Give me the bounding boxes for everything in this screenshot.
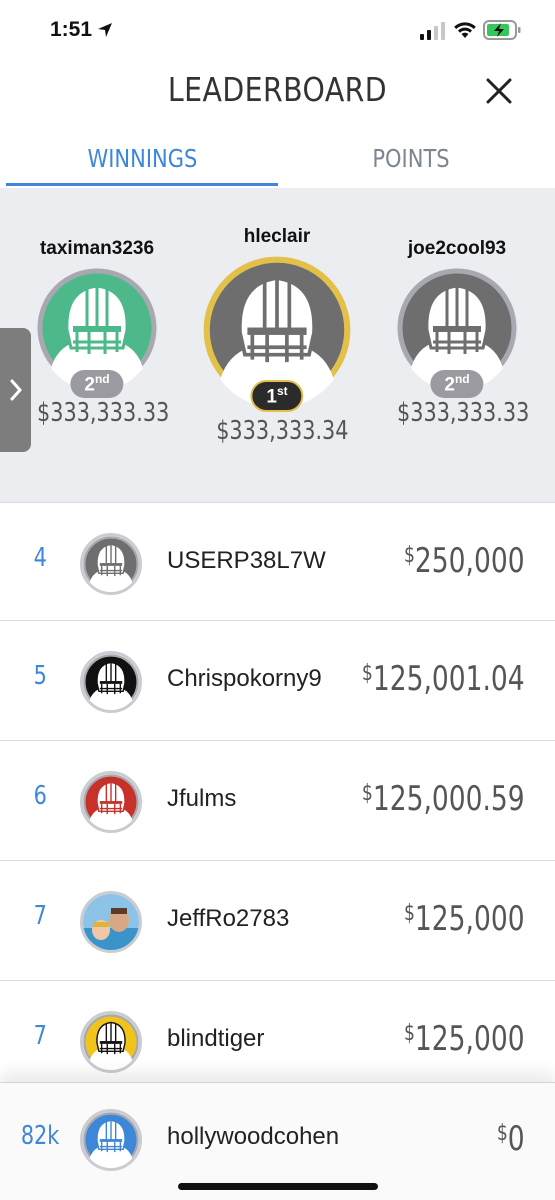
row-username: USERP38L7W [167, 547, 326, 574]
podium-amount: $333,333.34 [216, 416, 349, 446]
row-amount: $250,000 [404, 541, 525, 581]
home-indicator [178, 1183, 378, 1190]
status-bar: 1:51 [0, 0, 555, 62]
location-arrow-icon [98, 23, 112, 37]
row-rank: 4 [33, 543, 47, 573]
podium-name: joe2cool93 [407, 238, 507, 259]
football-helmet-icon [83, 1014, 139, 1070]
football-helmet-icon [83, 1112, 139, 1168]
football-helmet-icon [83, 536, 139, 592]
podium-name: taximan3236 [39, 238, 155, 259]
podium-first[interactable]: hleclair 1st $333,333.34 [201, 226, 353, 446]
rank-badge: 1st [250, 379, 304, 412]
podium-second-right[interactable]: joe2cool93 2nd $333,333.33 [382, 238, 532, 428]
row-username: blindtiger [167, 1025, 265, 1052]
row-rank: 82k [20, 1121, 60, 1151]
podium-second-left[interactable]: taximan3236 2nd $333,333.33 [22, 238, 172, 428]
row-amount: $125,000 [404, 899, 525, 939]
podium-amount: $333,333.33 [37, 398, 170, 428]
status-time: 1:51 [50, 18, 93, 41]
wifi-icon [454, 22, 476, 38]
leaderboard-row[interactable]: 7 JeffRo2783 $125,000 [0, 860, 555, 980]
tab-points[interactable]: POINTS [278, 136, 543, 186]
battery-charging-icon [483, 20, 521, 40]
rank-badge: 2nd [430, 369, 484, 398]
podium-amount: $333,333.33 [397, 398, 530, 428]
football-helmet-icon [83, 654, 139, 710]
row-amount: $125,000.59 [362, 779, 525, 819]
row-amount: $125,000 [404, 1019, 525, 1059]
leaderboard-row[interactable]: 6 Jfulms $125,000.59 [0, 740, 555, 860]
avatar [80, 533, 142, 595]
rank-badge: 2nd [70, 369, 124, 398]
avatar [80, 651, 142, 713]
avatar: 2nd [37, 268, 157, 398]
user-photo [83, 894, 139, 950]
chevron-right-icon [10, 379, 23, 401]
row-rank: 6 [33, 781, 47, 811]
avatar [80, 1109, 142, 1171]
avatar: 2nd [397, 268, 517, 398]
football-helmet-icon [83, 774, 139, 830]
row-amount: $125,001.04 [362, 659, 525, 699]
row-rank: 7 [33, 1021, 47, 1051]
avatar [80, 771, 142, 833]
user-photo-avatar [80, 891, 142, 953]
row-username: Jfulms [167, 785, 237, 812]
tab-winnings[interactable]: WINNINGS [6, 136, 278, 186]
page-title: LEADERBOARD [167, 70, 388, 109]
podium: taximan3236 2nd $333,333.33 hleclair 1st… [0, 188, 555, 510]
row-rank: 5 [33, 661, 47, 691]
avatar: 1st [203, 256, 351, 412]
avatar [80, 1011, 142, 1073]
leaderboard-row[interactable]: 4 USERP38L7W $250,000 [0, 502, 555, 622]
cell-signal-icon [420, 22, 445, 40]
tab-bar: WINNINGS POINTS [0, 136, 555, 188]
close-icon[interactable] [482, 74, 516, 108]
row-username: Chrispokorny9 [167, 665, 322, 692]
podium-name: hleclair [243, 226, 311, 247]
row-rank: 7 [33, 901, 47, 931]
row-username: hollywoodcohen [167, 1123, 340, 1150]
row-username: JeffRo2783 [167, 905, 290, 932]
leaderboard-row[interactable]: 5 Chrispokorny9 $125,001.04 [0, 620, 555, 740]
row-amount: $0 [497, 1119, 525, 1159]
